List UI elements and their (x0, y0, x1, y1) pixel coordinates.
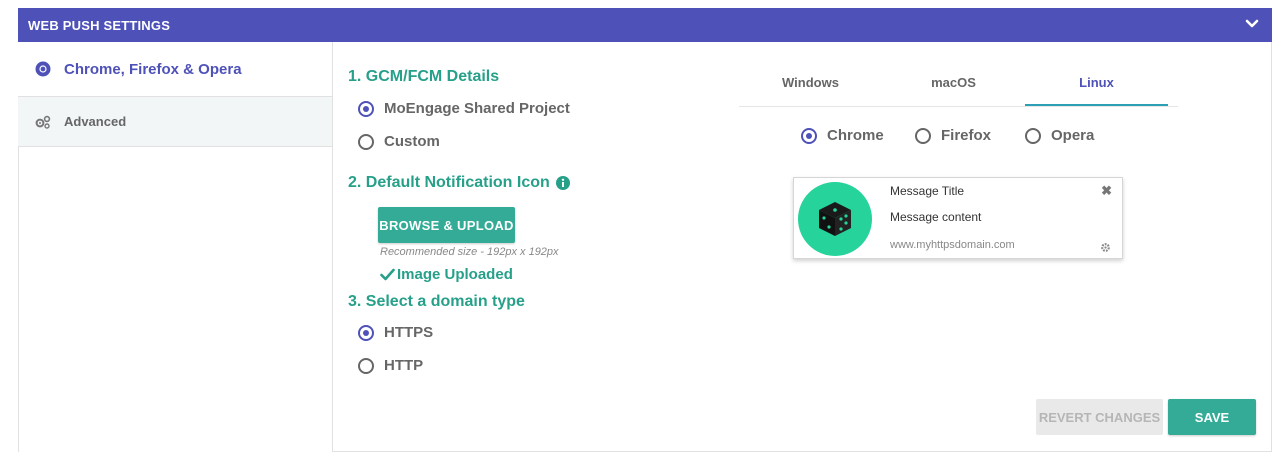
info-circle-icon[interactable] (555, 176, 570, 190)
chevron-down-icon[interactable] (1244, 16, 1260, 35)
sidebar-item-advanced[interactable]: Advanced (18, 97, 333, 147)
tab-macos[interactable]: macOS (882, 66, 1025, 106)
radio-label: Chrome (827, 127, 884, 144)
radio-label: HTTPS (384, 324, 434, 341)
radio-button[interactable] (358, 133, 374, 150)
radio-http[interactable]: HTTP (358, 357, 423, 374)
revert-changes-button[interactable]: REVERT CHANGES (1036, 399, 1163, 435)
radio-button[interactable] (915, 127, 931, 144)
os-tabs: Windows macOS Linux (739, 66, 1178, 107)
section-title-domain-type: 3. Select a domain type (348, 293, 525, 310)
section-title-notification-icon: 2. Default Notification Icon (348, 174, 570, 192)
notification-preview: Message Title Message content www.myhttp… (793, 177, 1123, 259)
header-title: WEB PUSH SETTINGS (28, 17, 171, 33)
radio-label: HTTP (384, 357, 424, 374)
radio-label: Custom (384, 133, 440, 150)
tab-linux[interactable]: Linux (1025, 66, 1168, 106)
browse-upload-button[interactable]: BROWSE & UPLOAD (378, 207, 515, 243)
radio-button[interactable] (1025, 127, 1041, 144)
upload-status-text: Image Uploaded (397, 266, 513, 283)
radio-custom[interactable]: Custom (358, 133, 440, 150)
checkmark-icon (380, 268, 395, 281)
notification-domain: www.myhttpsdomain.com (890, 239, 1015, 251)
radio-button[interactable] (358, 357, 374, 374)
radio-chrome[interactable]: Chrome (801, 127, 884, 144)
chrome-icon (34, 60, 52, 78)
dice-icon (815, 199, 855, 239)
tab-windows[interactable]: Windows (739, 66, 882, 106)
radio-label: MoEngage Shared Project (384, 100, 570, 117)
close-icon[interactable]: ✖ (1101, 183, 1112, 199)
sidebar-item-chrome-firefox-opera[interactable]: Chrome, Firefox & Opera (18, 42, 333, 97)
radio-label: Opera (1051, 127, 1095, 144)
radio-label: Firefox (941, 127, 992, 144)
radio-button[interactable] (801, 127, 817, 144)
save-button[interactable]: SAVE (1168, 399, 1256, 435)
upload-status: Image Uploaded (380, 266, 513, 283)
section-title-text: 2. Default Notification Icon (348, 174, 550, 191)
sidebar-item-label: Chrome, Firefox & Opera (64, 60, 242, 78)
sidebar: Chrome, Firefox & Opera Advanced (18, 42, 333, 147)
radio-firefox[interactable]: Firefox (915, 127, 991, 144)
radio-opera[interactable]: Opera (1025, 127, 1094, 144)
notification-title: Message Title (890, 184, 965, 198)
radio-https[interactable]: HTTPS (358, 324, 433, 341)
section-title-gcm: 1. GCM/FCM Details (348, 68, 500, 85)
gear-icon[interactable] (1100, 240, 1111, 258)
radio-button[interactable] (358, 324, 374, 341)
settings-header[interactable]: WEB PUSH SETTINGS (18, 8, 1272, 42)
radio-button[interactable] (358, 100, 374, 117)
notification-content: Message content (890, 210, 982, 224)
notification-icon (798, 182, 872, 256)
sidebar-item-label: Advanced (64, 114, 127, 129)
recommended-size-hint: Recommended size - 192px x 192px (380, 246, 559, 258)
gears-icon (34, 113, 52, 131)
radio-moengage-shared-project[interactable]: MoEngage Shared Project (358, 100, 570, 117)
